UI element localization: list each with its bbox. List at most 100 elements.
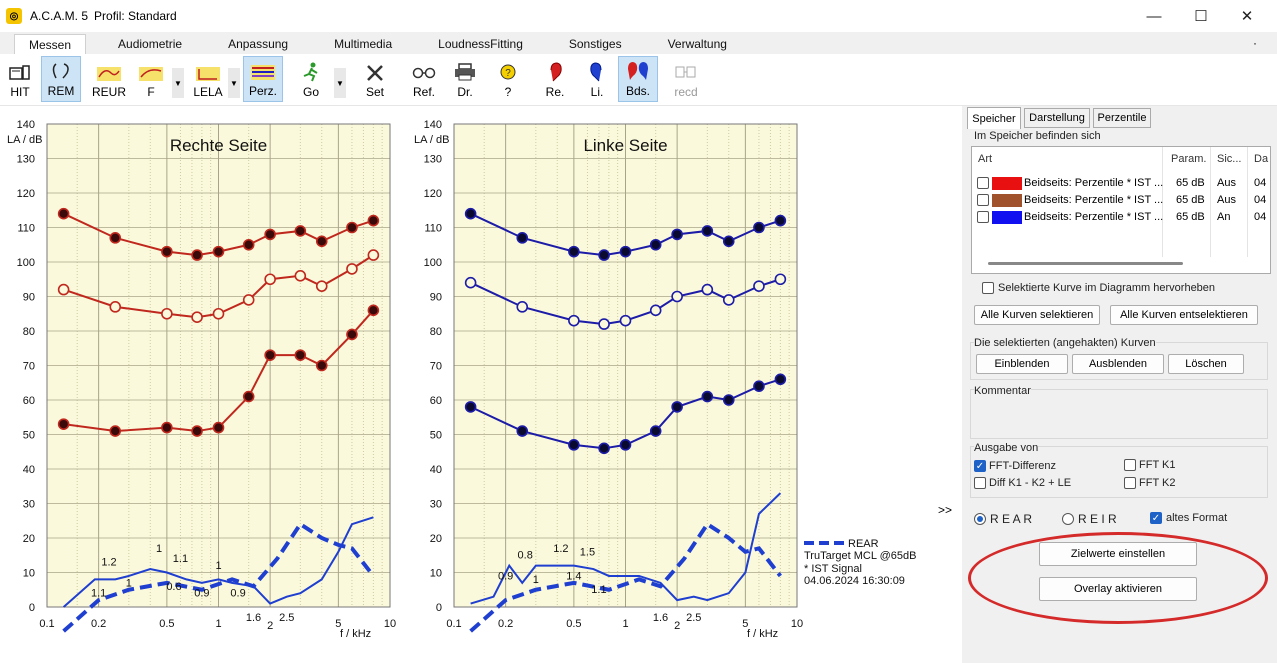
audiogram-charts: 0102030405060708090100110120130140LA / d… [7, 119, 916, 640]
select-all-button[interactable]: Alle Kurven selektieren [974, 305, 1100, 325]
hit-button[interactable]: HIT [4, 56, 36, 102]
both-ears-button[interactable]: Bds. [618, 56, 658, 102]
f-dropdown-icon[interactable]: ▼ [172, 68, 184, 98]
diff-label: Diff K1 - K2 + LE [989, 477, 1072, 489]
highlight-label: Selektierte Kurve im Diagramm hervorhebe… [998, 282, 1216, 294]
old-format-checkbox[interactable]: ✓ [1150, 512, 1162, 524]
hit-label: HIT [10, 85, 30, 99]
data-label: 1.5 [580, 546, 595, 558]
data-point [346, 328, 358, 341]
tab-darstellung[interactable]: Darstellung [1024, 108, 1090, 128]
y-tick-label: 130 [17, 154, 35, 166]
go-button[interactable]: Go [296, 56, 326, 102]
tab-verwaltung[interactable]: Verwaltung [654, 34, 741, 54]
tab-multimedia[interactable]: Multimedia [320, 34, 406, 54]
y-tick-label: 90 [23, 292, 35, 304]
deselect-all-button[interactable]: Alle Kurven entselektieren [1110, 305, 1258, 325]
diff-checkbox[interactable] [974, 477, 986, 489]
memory-label: Im Speicher befinden sich [974, 130, 1101, 142]
old-format-label: altes Format [1166, 512, 1228, 524]
data-label: 1 [215, 560, 221, 572]
fft-k1-checkbox[interactable] [1124, 459, 1136, 471]
tab-audiometrie[interactable]: Audiometrie [104, 34, 196, 54]
print-button[interactable]: Dr. [453, 56, 477, 102]
close-button[interactable]: ✕ [1224, 0, 1270, 32]
delete-button[interactable]: Löschen [1168, 354, 1244, 374]
data-point [212, 421, 225, 434]
data-point [346, 221, 358, 234]
perz-button[interactable]: Perz. [243, 56, 283, 102]
data-label: 1.2 [101, 557, 116, 569]
data-point [161, 245, 173, 258]
reur-icon [97, 61, 121, 83]
data-point [568, 245, 580, 258]
rear-radio[interactable] [974, 513, 986, 525]
lela-button[interactable]: LELA [192, 56, 224, 102]
title-bar: ◎ A.C.A.M. 5 Profil: Standard — ☐ ✕ [0, 0, 1277, 32]
reur-button[interactable]: REUR [92, 56, 126, 102]
help-button[interactable]: ? ? [498, 56, 518, 102]
row-checkbox[interactable] [977, 194, 989, 206]
row-checkbox[interactable] [977, 177, 989, 189]
tab-loudnessfitting[interactable]: LoudnessFitting [424, 34, 537, 54]
rem-button[interactable]: REM [41, 56, 81, 102]
table-scrollbar[interactable] [988, 262, 1183, 265]
tab-messen[interactable]: Messen [14, 34, 87, 54]
data-point [701, 225, 714, 237]
reir-radio[interactable] [1062, 513, 1074, 525]
legend-text: * IST Signal [804, 563, 862, 575]
data-point [701, 390, 714, 403]
lela-dropdown-icon[interactable]: ▼ [228, 68, 240, 98]
tab-perzentile[interactable]: Perzentile [1093, 108, 1151, 128]
set-button[interactable]: Set [362, 56, 388, 102]
rem-label: REM [47, 84, 75, 98]
data-point [649, 425, 662, 437]
right-ear-button[interactable]: Re. [543, 56, 567, 102]
side-panel-toggle[interactable]: >> [938, 503, 952, 517]
f-button[interactable]: F [136, 56, 166, 102]
show-button[interactable]: Einblenden [976, 354, 1068, 374]
highlight-checkbox[interactable] [982, 282, 994, 294]
left-ear-button[interactable]: Li. [585, 56, 609, 102]
y-tick-label: 0 [436, 602, 442, 614]
data-point [315, 280, 328, 292]
recd-icon [674, 61, 698, 83]
row-color-swatch [992, 194, 1022, 207]
y-tick-label: 50 [430, 430, 442, 442]
y-tick-label: 60 [430, 395, 442, 407]
chart-title: Rechte Seite [170, 136, 267, 155]
left-ear-label: Li. [590, 85, 604, 99]
y-tick-label: 90 [430, 292, 442, 304]
data-label: 1 [156, 543, 162, 555]
y-tick-label: 10 [23, 568, 35, 580]
data-point [753, 221, 765, 234]
memory-row[interactable]: Beidseits: Perzentile * IST ... 65 dB Au… [972, 192, 1270, 209]
recd-button[interactable]: recd [670, 56, 702, 102]
tab-anpassung[interactable]: Anpassung [214, 34, 302, 54]
fft-k2-checkbox[interactable] [1124, 477, 1136, 489]
memory-row[interactable]: Beidseits: Perzentile * IST ... 65 dB Au… [972, 175, 1270, 192]
y-tick-label: 50 [23, 430, 35, 442]
tab-sonstiges[interactable]: Sonstiges [555, 34, 636, 54]
data-point [264, 273, 276, 286]
col-param: Param. [1171, 153, 1207, 165]
go-label: Go [302, 85, 319, 99]
x-tick-label: 0.5 [566, 618, 581, 630]
data-point [161, 307, 173, 320]
go-dropdown-icon[interactable]: ▼ [334, 68, 346, 98]
data-point [212, 307, 225, 320]
y-tick-label: 130 [424, 154, 442, 166]
maximize-button[interactable]: ☐ [1178, 0, 1224, 32]
fft-diff-checkbox[interactable]: ✓ [974, 460, 986, 472]
data-point [598, 318, 610, 330]
menu-more-icon[interactable]: · [1253, 36, 1257, 50]
row-checkbox[interactable] [977, 211, 989, 223]
y-tick-label: 40 [23, 464, 35, 476]
data-label: 1.4 [566, 570, 581, 582]
ref-button[interactable]: Ref. [409, 56, 439, 102]
f-label: F [147, 85, 155, 99]
minimize-button[interactable]: — [1131, 0, 1177, 32]
hide-button[interactable]: Ausblenden [1072, 354, 1164, 374]
tab-speicher[interactable]: Speicher [967, 107, 1021, 129]
memory-row[interactable]: Beidseits: Perzentile * IST ... 65 dB An… [972, 209, 1270, 226]
